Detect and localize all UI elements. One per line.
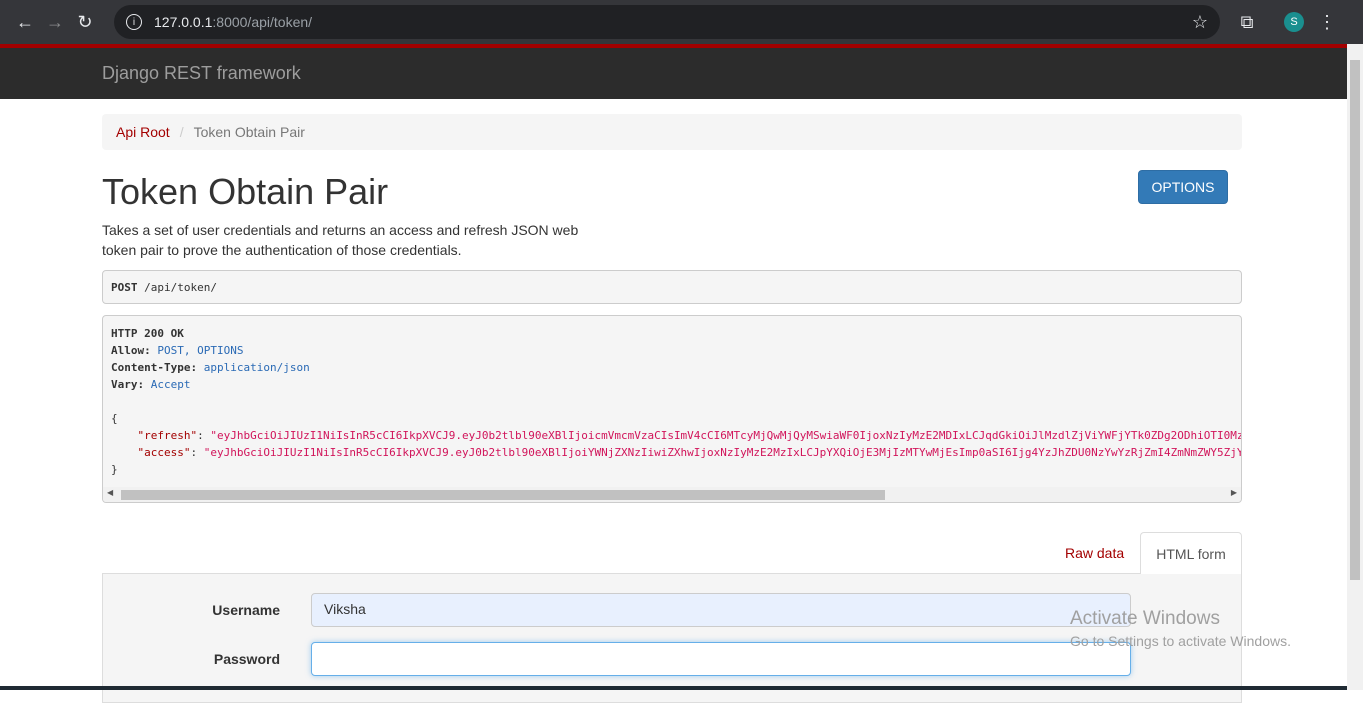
tab-raw-data[interactable]: Raw data <box>1065 545 1124 561</box>
username-label: Username <box>212 602 280 618</box>
forward-icon[interactable]: → <box>40 12 70 33</box>
refresh-token: "eyJhbGciOiJIUzI1NiIsInR5cCI6IkpXVCJ9.ey… <box>210 429 1242 442</box>
page-title: Token Obtain Pair <box>102 171 389 212</box>
bookmark-star-icon[interactable]: ☆ <box>1192 12 1208 33</box>
breadcrumb: Api Root / Token Obtain Pair <box>102 114 1242 150</box>
password-label: Password <box>213 651 280 667</box>
tab-html-form[interactable]: HTML form <box>1140 532 1242 574</box>
brand[interactable]: Django REST framework <box>102 63 301 84</box>
page-content: Api Root / Token Obtain Pair Token Obtain … <box>0 99 1347 703</box>
profile-avatar[interactable]: S <box>1284 12 1304 32</box>
description: Takes a set of user credentials and retu… <box>102 222 579 258</box>
access-token: "eyJhbGciOiJIUzI1NiIsInR5cCI6IkpXVCJ9.ey… <box>203 446 1242 459</box>
reload-icon[interactable]: ↻ <box>70 12 100 33</box>
response-info: HTTP 200 OK Allow: POST, OPTIONS Content… <box>102 315 1242 503</box>
browser-toolbar: ← → ↻ i 127.0.0.1:8000/api/token/ ☆ ⧉ S … <box>0 0 1363 44</box>
breadcrumb-current: Token Obtain Pair <box>193 124 305 140</box>
navbar: Django REST framework <box>0 48 1363 99</box>
windows-watermark: Activate Windows Go to Settings to activa… <box>1070 608 1291 649</box>
request-info: POST /api/token/ <box>102 270 1242 304</box>
breadcrumb-api-root[interactable]: Api Root <box>116 124 170 140</box>
extensions-icon[interactable]: ⧉ <box>1232 12 1262 33</box>
username-input[interactable]: Viksha <box>311 593 1131 627</box>
options-button[interactable]: OPTIONS <box>1138 170 1228 204</box>
menu-icon[interactable]: ⋮ <box>1312 12 1342 33</box>
taskbar <box>0 686 1347 690</box>
horizontal-scrollbar[interactable]: ◀ ▶ <box>103 487 1241 502</box>
vertical-scrollbar[interactable] <box>1347 44 1363 690</box>
site-info-icon[interactable]: i <box>126 14 142 30</box>
address-bar[interactable]: i 127.0.0.1:8000/api/token/ ☆ <box>114 5 1220 39</box>
back-icon[interactable]: ← <box>10 12 40 33</box>
password-input[interactable] <box>311 642 1131 676</box>
